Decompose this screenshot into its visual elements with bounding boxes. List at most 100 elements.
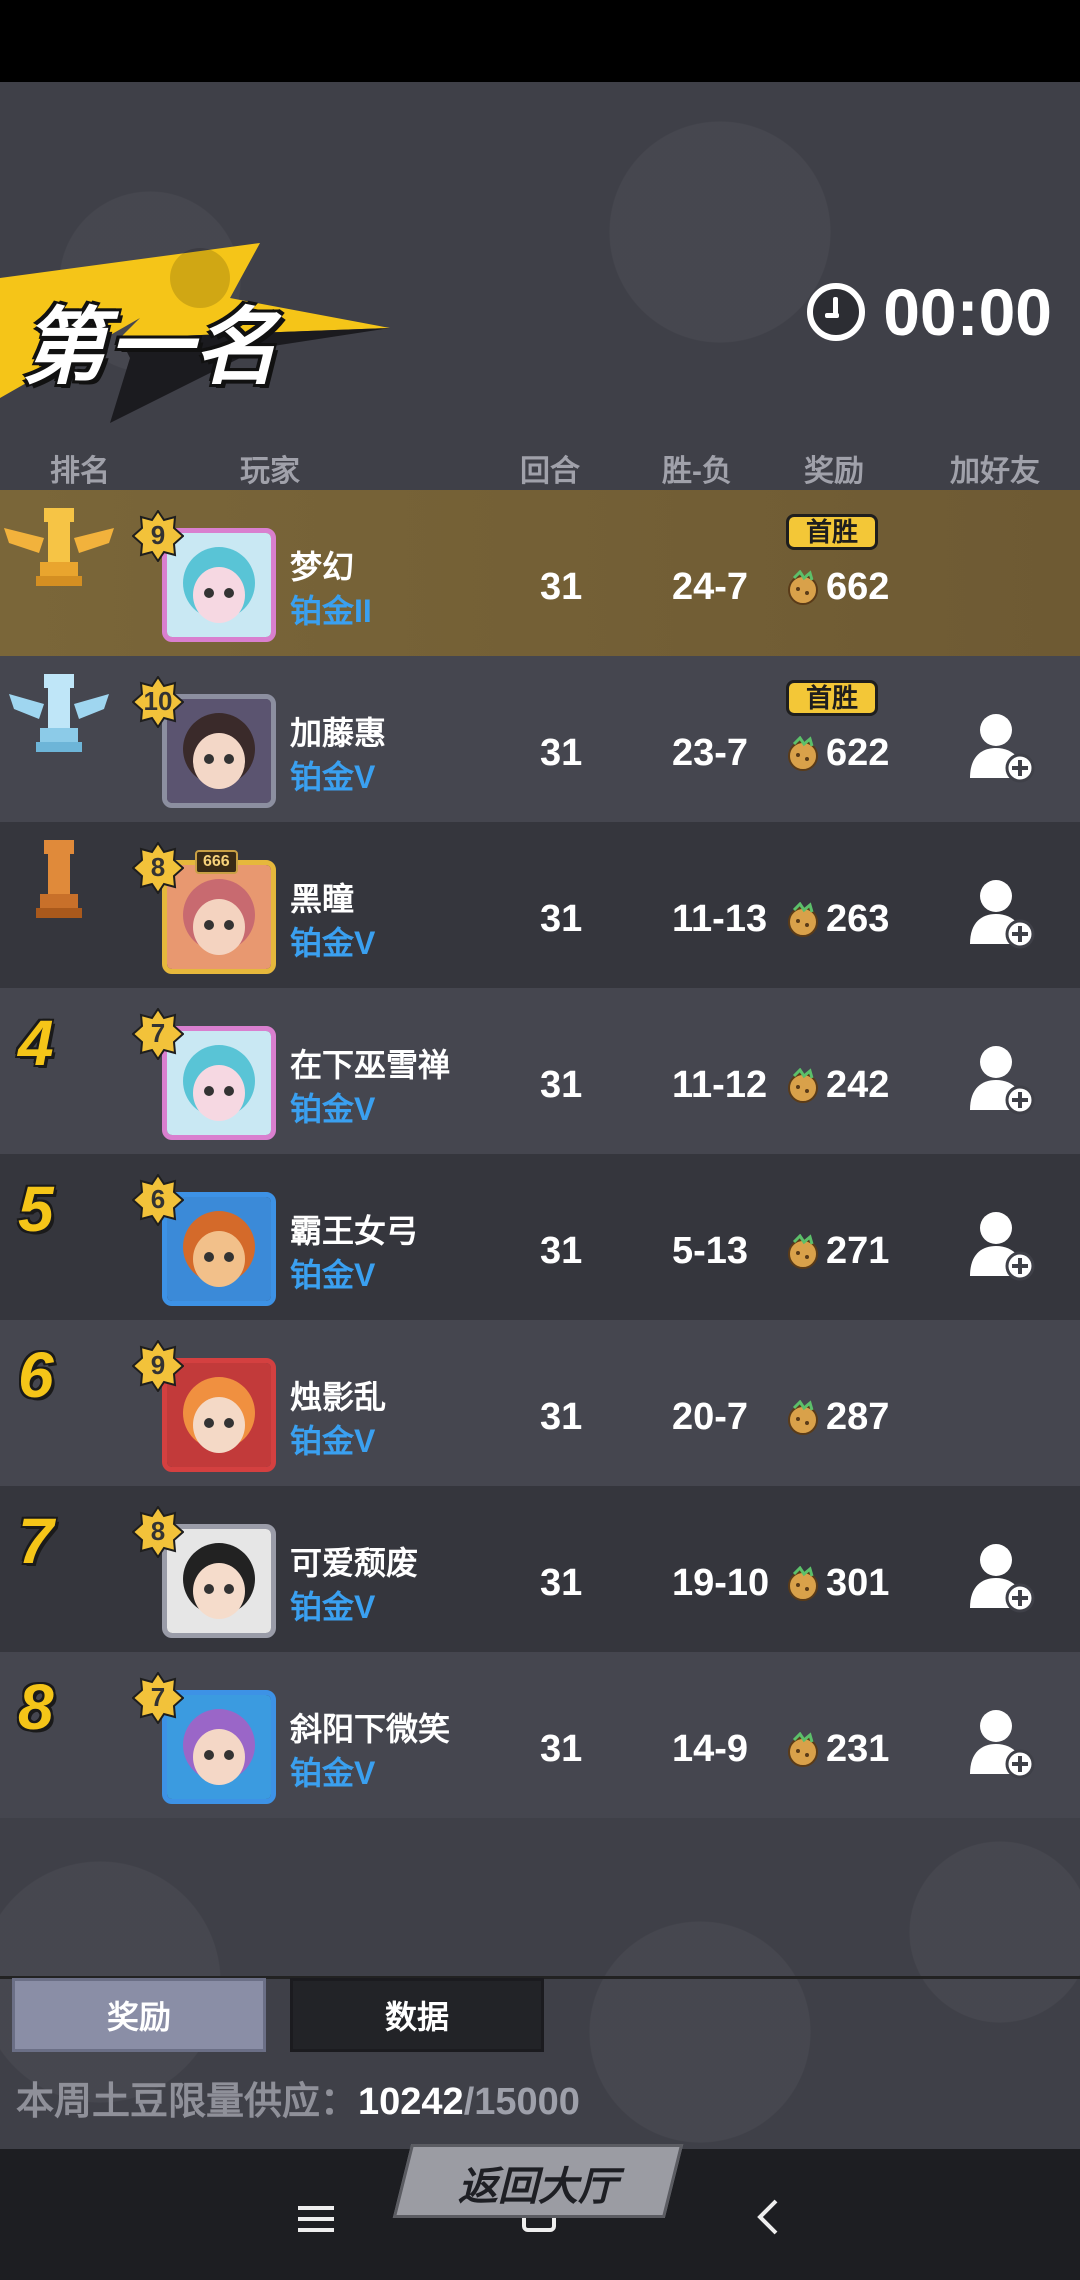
return-lobby-label: 返回大厅 — [458, 2165, 618, 2209]
player-name[interactable]: 霸王女弓 — [290, 1206, 418, 1252]
level-number: 10 — [143, 686, 173, 716]
header-rounds: 回合 — [520, 455, 580, 488]
potato-supply: 本周土豆限量供应：10242/15000 — [16, 2070, 580, 2125]
win-loss-value: 11-12 — [672, 1064, 768, 1106]
rounds-value: 31 — [540, 566, 583, 608]
win-loss-value: 20-7 — [672, 1396, 749, 1438]
rank-number: 4 — [18, 1007, 54, 1079]
potato-icon — [788, 1566, 818, 1601]
back-icon[interactable] — [752, 2198, 782, 2236]
table-row: 9 梦幻 铂金II 31 24-7 首胜 662 — [0, 490, 1080, 656]
match-timer: 00:00 — [807, 272, 1052, 352]
win-loss-value: 14-9 — [672, 1728, 749, 1770]
potato-icon — [788, 1732, 818, 1767]
player-tier: 铂金II — [290, 593, 372, 629]
first-win-badge: 首胜 — [786, 514, 878, 550]
reward-value: 622 — [826, 732, 890, 774]
header-rank: 排名 — [50, 455, 110, 488]
table-row: 5 6 霸王女弓 铂金V 31 5-13 271 — [0, 1154, 1080, 1320]
rounds-value: 31 — [540, 732, 583, 774]
tab-reward[interactable]: 奖励 — [12, 1978, 266, 2052]
table-row: 6 9 烛影乱 铂金V 31 20-7 287 — [0, 1320, 1080, 1486]
add-friend-icon[interactable] — [968, 1708, 1036, 1780]
level-number: 7 — [150, 1018, 166, 1048]
reward-value: 662 — [826, 566, 890, 608]
tab-data[interactable]: 数据 — [290, 1978, 544, 2052]
table-row: 10 加藤惠 铂金V 31 23-7 首胜 622 — [0, 656, 1080, 822]
player-tier: 铂金V — [290, 1423, 376, 1459]
win-loss-value: 24-7 — [672, 566, 749, 608]
win-loss-value: 23-7 — [672, 732, 749, 774]
potato-icon — [788, 902, 818, 937]
status-bar — [0, 0, 1080, 82]
player-tier: 铂金V — [290, 1091, 376, 1127]
rounds-value: 31 — [540, 1396, 583, 1438]
supply-label: 本周土豆限量供应： — [16, 2081, 359, 2123]
level-number: 7 — [150, 1682, 166, 1712]
rank-number: 5 — [18, 1173, 54, 1245]
add-friend-icon[interactable] — [968, 1542, 1036, 1614]
supply-current: 10242 — [358, 2081, 464, 2123]
player-tier: 铂金V — [290, 1755, 376, 1791]
gold-trophy-icon — [4, 508, 114, 586]
add-friend-icon[interactable] — [968, 1210, 1036, 1282]
table-row: 8 666 黑瞳 铂金V 31 11-13 263 — [0, 822, 1080, 988]
add-friend-icon[interactable] — [968, 878, 1036, 950]
reward-value: 271 — [826, 1230, 890, 1272]
level-number: 9 — [150, 1350, 166, 1380]
table-row: 7 8 可爱颓废 铂金V 31 19-10 301 — [0, 1486, 1080, 1652]
potato-icon — [788, 736, 818, 771]
header-player: 玩家 — [240, 455, 300, 488]
player-name[interactable]: 梦幻 — [290, 542, 354, 588]
rank-number: 7 — [18, 1505, 54, 1577]
player-tier: 铂金V — [290, 1589, 376, 1625]
rounds-value: 31 — [540, 1728, 583, 1770]
player-name[interactable]: 可爱颓废 — [290, 1538, 418, 1584]
win-loss-value: 5-13 — [672, 1230, 749, 1272]
win-loss-value: 19-10 — [672, 1562, 770, 1604]
potato-icon — [788, 1068, 818, 1103]
timer-text: 00:00 — [883, 275, 1052, 349]
silver-trophy-icon — [9, 674, 109, 752]
bottom-tab-bar: 奖励 数据 — [0, 1978, 1080, 2054]
avatar-tag: 666 — [195, 850, 238, 874]
rank-number: 8 — [18, 1671, 54, 1743]
header-win-loss: 胜-负 — [662, 455, 732, 488]
reward-value: 301 — [826, 1562, 890, 1604]
player-name[interactable]: 在下巫雪禅 — [290, 1040, 450, 1086]
reward-value: 231 — [826, 1728, 890, 1770]
player-name[interactable]: 烛影乱 — [290, 1372, 386, 1418]
clock-icon — [807, 283, 866, 341]
player-tier: 铂金V — [290, 925, 376, 961]
add-friend-icon[interactable] — [968, 1044, 1036, 1116]
rounds-value: 31 — [540, 898, 583, 940]
rounds-value: 31 — [540, 1064, 583, 1106]
supply-max: /15000 — [463, 2081, 580, 2123]
rank-number: 6 — [18, 1339, 54, 1411]
player-name[interactable]: 斜阳下微笑 — [290, 1704, 450, 1750]
add-friend-icon[interactable] — [968, 712, 1036, 784]
header-reward: 奖励 — [804, 455, 864, 488]
header-add-friend: 加好友 — [950, 455, 1040, 488]
reward-value: 242 — [826, 1064, 890, 1106]
rounds-value: 31 — [540, 1230, 583, 1272]
player-name[interactable]: 黑瞳 — [290, 874, 354, 920]
level-number: 6 — [150, 1184, 166, 1214]
bronze-trophy-icon — [36, 840, 82, 918]
page-title: 第一名 — [22, 300, 281, 394]
reward-value: 263 — [826, 898, 890, 940]
potato-icon — [788, 1400, 818, 1435]
table-row: 4 7 在下巫雪禅 铂金V 31 11-12 242 — [0, 988, 1080, 1154]
level-number: 8 — [150, 852, 166, 882]
level-number: 9 — [150, 520, 166, 550]
player-tier: 铂金V — [290, 1257, 376, 1293]
menu-icon[interactable] — [298, 2204, 334, 2234]
player-tier: 铂金V — [290, 759, 376, 795]
player-name[interactable]: 加藤惠 — [290, 708, 386, 754]
reward-value: 287 — [826, 1396, 890, 1438]
potato-icon — [788, 1234, 818, 1269]
rounds-value: 31 — [540, 1562, 583, 1604]
first-win-badge: 首胜 — [786, 680, 878, 716]
table-row: 8 7 斜阳下微笑 铂金V 31 14-9 231 — [0, 1652, 1080, 1818]
potato-icon — [788, 570, 818, 605]
